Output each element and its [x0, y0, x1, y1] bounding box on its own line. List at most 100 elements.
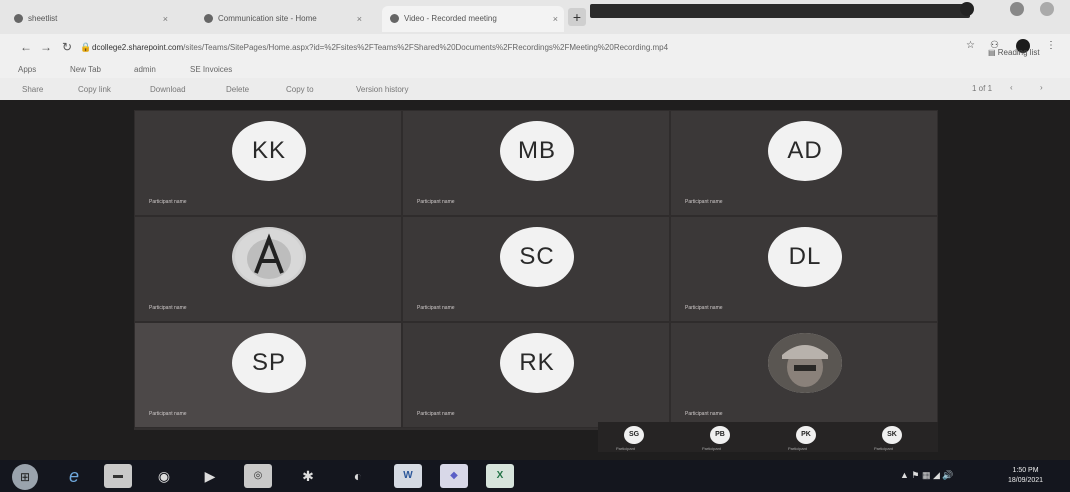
participant-tile: Participant name: [134, 216, 402, 322]
copy-link-button[interactable]: Copy link: [78, 85, 111, 94]
delete-button[interactable]: Delete: [226, 85, 249, 94]
share-button[interactable]: Share: [22, 85, 43, 94]
participant-name: Participant name: [417, 305, 455, 311]
bookmark-admin[interactable]: admin: [134, 65, 156, 74]
clock-time: 1:50 PM: [1012, 467, 1039, 474]
favicon-icon: [390, 14, 399, 23]
download-button[interactable]: Download: [150, 85, 186, 94]
prev-icon[interactable]: ‹: [1010, 83, 1013, 92]
copy-to-button[interactable]: Copy to: [286, 85, 314, 94]
participant-name: Participant name: [149, 411, 187, 417]
tab-label: Communication site - Home: [218, 14, 317, 23]
tab-sheetlist[interactable]: sheetlist ×: [6, 6, 174, 32]
close-icon[interactable]: ×: [163, 6, 168, 32]
participant-name: Participant: [616, 446, 635, 451]
avatar: [232, 227, 306, 287]
participant-name: Participant name: [149, 305, 187, 311]
clock: 1:50 PM 18/09/2021: [1008, 466, 1043, 486]
teams-icon[interactable]: ◆: [440, 464, 468, 488]
video-viewer[interactable]: KK Participant name MB Participant name …: [0, 100, 1070, 460]
next-icon[interactable]: ›: [1040, 83, 1043, 92]
clock-date: 18/09/2021: [1008, 477, 1044, 484]
participant-tile: Participant name: [670, 322, 938, 428]
bluetooth-icon[interactable]: ✱: [294, 464, 322, 488]
avatar: SP: [232, 333, 306, 393]
maximize-button[interactable]: [1010, 2, 1024, 16]
participant-name: Participant: [874, 446, 893, 451]
favicon-icon: [14, 14, 23, 23]
taskbar: ⊞ e ▬ ◉ ▶ ◎ ✱ ◐ W ◆ X ▲ ⚑ ▦ ◢ 🔊 1:50 PM …: [0, 460, 1070, 492]
avatar: AD: [768, 121, 842, 181]
participant-strip: SG Participant PB Participant PK Partici…: [598, 422, 938, 452]
participant-name: Participant: [788, 446, 807, 451]
back-icon[interactable]: ←: [20, 40, 32, 54]
participant-name: Participant name: [417, 411, 455, 417]
bookmark-new-tab[interactable]: New Tab: [70, 65, 101, 74]
participant-name: Participant name: [685, 305, 723, 311]
participant-grid: KK Participant name MB Participant name …: [134, 110, 938, 430]
participant-name: Participant name: [685, 199, 723, 205]
forward-icon[interactable]: →: [40, 40, 52, 54]
reading-list-button[interactable]: ▤ Reading list: [988, 48, 1040, 57]
avatar: SG: [624, 426, 644, 444]
tab-label: Video - Recorded meeting: [404, 14, 497, 23]
media-player-icon[interactable]: ◉: [150, 464, 178, 488]
avatar: SK: [882, 426, 902, 444]
tab-label: sheetlist: [28, 14, 58, 23]
start-button[interactable]: ⊞: [12, 464, 38, 490]
page-counter: 1 of 1: [972, 84, 993, 93]
url-domain: dcollege2.sharepoint.com: [92, 43, 184, 52]
reload-icon[interactable]: ↻: [62, 40, 72, 54]
profile-photo-icon: [768, 333, 842, 393]
edge-icon[interactable]: ◐: [344, 464, 372, 488]
bookmark-apps[interactable]: Apps: [18, 65, 36, 74]
reading-list-label: Reading list: [997, 48, 1040, 57]
participant-tile: MB Participant name: [402, 110, 670, 216]
bookmark-se-invoices[interactable]: SE Invoices: [190, 65, 232, 74]
close-window-button[interactable]: [1040, 2, 1054, 16]
profile-photo-icon: [235, 229, 303, 285]
avatar: MB: [500, 121, 574, 181]
participant-tile: RK Participant name: [402, 322, 670, 428]
participant-tile: AD Participant name: [670, 110, 938, 216]
version-history-button[interactable]: Version history: [356, 85, 408, 94]
file-explorer-icon[interactable]: ▬: [104, 464, 132, 488]
favicon-icon: [204, 14, 213, 23]
system-tray[interactable]: ▲ ⚑ ▦ ◢ 🔊: [900, 470, 954, 481]
avatar: SC: [500, 227, 574, 287]
excel-icon[interactable]: X: [486, 464, 514, 488]
avatar: DL: [768, 227, 842, 287]
browser-tab-bar: sheetlist × Communication site - Home × …: [0, 0, 1070, 34]
tab-recorded-meeting[interactable]: Video - Recorded meeting ×: [382, 6, 564, 32]
chrome-icon[interactable]: ◎: [244, 464, 272, 488]
close-icon[interactable]: ×: [357, 6, 362, 32]
tab-communication-site[interactable]: Communication site - Home ×: [196, 6, 368, 32]
participant-tile: SP Participant name: [134, 322, 402, 428]
lock-icon: 🔒: [80, 42, 92, 52]
close-icon[interactable]: ×: [553, 6, 558, 32]
address-bar-row: ← → ↻ 🔒 dcollege2.sharepoint.com/sites/T…: [0, 34, 1070, 62]
title-bar-strip: [590, 4, 970, 18]
new-tab-button[interactable]: +: [568, 8, 586, 26]
avatar: RK: [500, 333, 574, 393]
menu-icon[interactable]: ⋮: [1046, 40, 1056, 51]
participant-name: Participant: [702, 446, 721, 451]
url-path: /sites/Teams/SitePages/Home.aspx?id=%2Fs…: [183, 43, 669, 52]
url-field[interactable]: dcollege2.sharepoint.com/sites/Teams/Sit…: [92, 40, 950, 56]
participant-name: Participant name: [685, 411, 723, 417]
star-icon[interactable]: ☆: [966, 40, 975, 51]
reading-list-icon: ▤: [988, 48, 998, 57]
avatar: PK: [796, 426, 816, 444]
bookmarks-bar: Apps New Tab admin SE Invoices: [0, 62, 1070, 78]
participant-name: Participant name: [149, 199, 187, 205]
participant-tile: SC Participant name: [402, 216, 670, 322]
avatar: [768, 333, 842, 393]
minimize-button[interactable]: [960, 2, 974, 16]
avatar: KK: [232, 121, 306, 181]
internet-explorer-icon[interactable]: e: [60, 464, 88, 488]
participant-tile: DL Participant name: [670, 216, 938, 322]
word-icon[interactable]: W: [394, 464, 422, 488]
video-app-icon[interactable]: ▶: [196, 464, 224, 488]
file-toolbar: Share Copy link Download Delete Copy to …: [0, 78, 1070, 100]
participant-tile: KK Participant name: [134, 110, 402, 216]
